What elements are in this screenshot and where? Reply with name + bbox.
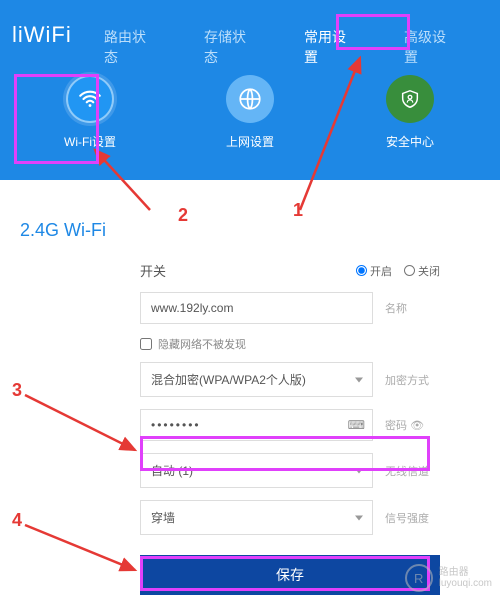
ssid-field-label: 名称 <box>385 300 440 316</box>
nav-common-settings[interactable]: 常用设置 <box>300 25 355 69</box>
encryption-label: 加密方式 <box>385 372 440 388</box>
radio-off-input[interactable] <box>404 265 415 276</box>
switch-radio-group: 开启 关闭 <box>356 263 440 279</box>
password-input[interactable] <box>140 409 373 441</box>
sec-label: 安全中心 <box>386 133 434 150</box>
wifi-form: 开关 开启 关闭 名称 隐藏网络不被发现 混合加密(WPA/WPA2个人版) 加… <box>0 261 500 595</box>
keyboard-icon[interactable]: ⌨ <box>348 418 365 432</box>
watermark-icon: R <box>405 564 433 592</box>
app-header: liWiFi 路由状态 存储状态 常用设置 高级设置 Wi-Fi设置 上网设置 … <box>0 0 500 180</box>
section-title: 2.4G Wi-Fi <box>20 220 500 241</box>
signal-select[interactable]: 穿墙 <box>140 500 373 535</box>
globe-icon <box>226 75 274 123</box>
watermark-line1: 路由器 <box>439 567 492 578</box>
radio-on[interactable]: 开启 <box>356 263 392 279</box>
shield-icon <box>386 75 434 123</box>
annotation-number-2: 2 <box>178 205 188 226</box>
encryption-select[interactable]: 混合加密(WPA/WPA2个人版) <box>140 362 373 397</box>
top-nav: 路由状态 存储状态 常用设置 高级设置 <box>100 25 500 69</box>
annotation-number-4: 4 <box>12 510 22 531</box>
settings-icon-row: Wi-Fi设置 上网设置 安全中心 <box>0 75 500 150</box>
radio-off[interactable]: 关闭 <box>404 263 440 279</box>
nav-advanced-settings[interactable]: 高级设置 <box>400 25 455 69</box>
ssid-input[interactable] <box>140 292 373 324</box>
radio-on-input[interactable] <box>356 265 367 276</box>
switch-label: 开关 <box>140 261 200 280</box>
tab-wifi-settings[interactable]: Wi-Fi设置 <box>45 75 135 150</box>
hide-ssid-label: 隐藏网络不被发现 <box>158 336 246 352</box>
net-label: 上网设置 <box>226 133 274 150</box>
eye-icon[interactable]: 👁 <box>410 420 424 432</box>
hide-ssid-checkbox[interactable] <box>140 338 152 350</box>
annotation-number-1: 1 <box>293 200 303 221</box>
wifi-icon <box>66 75 114 123</box>
channel-label: 无线信道 <box>385 463 440 479</box>
wifi-label: Wi-Fi设置 <box>64 133 116 150</box>
watermark-line2: luyouqi.com <box>439 578 492 589</box>
tab-security-center[interactable]: 安全中心 <box>365 75 455 150</box>
save-button[interactable]: 保存 <box>140 555 440 595</box>
nav-storage-status[interactable]: 存储状态 <box>200 25 255 69</box>
watermark: R 路由器 luyouqi.com <box>405 564 492 592</box>
channel-select[interactable]: 自动 (1) <box>140 453 373 488</box>
tab-net-settings[interactable]: 上网设置 <box>205 75 295 150</box>
annotation-number-3: 3 <box>12 380 22 401</box>
logo: liWiFi <box>12 22 72 48</box>
signal-label: 信号强度 <box>385 510 440 526</box>
nav-router-status[interactable]: 路由状态 <box>100 25 155 69</box>
password-label: 密码 👁 <box>385 417 440 433</box>
